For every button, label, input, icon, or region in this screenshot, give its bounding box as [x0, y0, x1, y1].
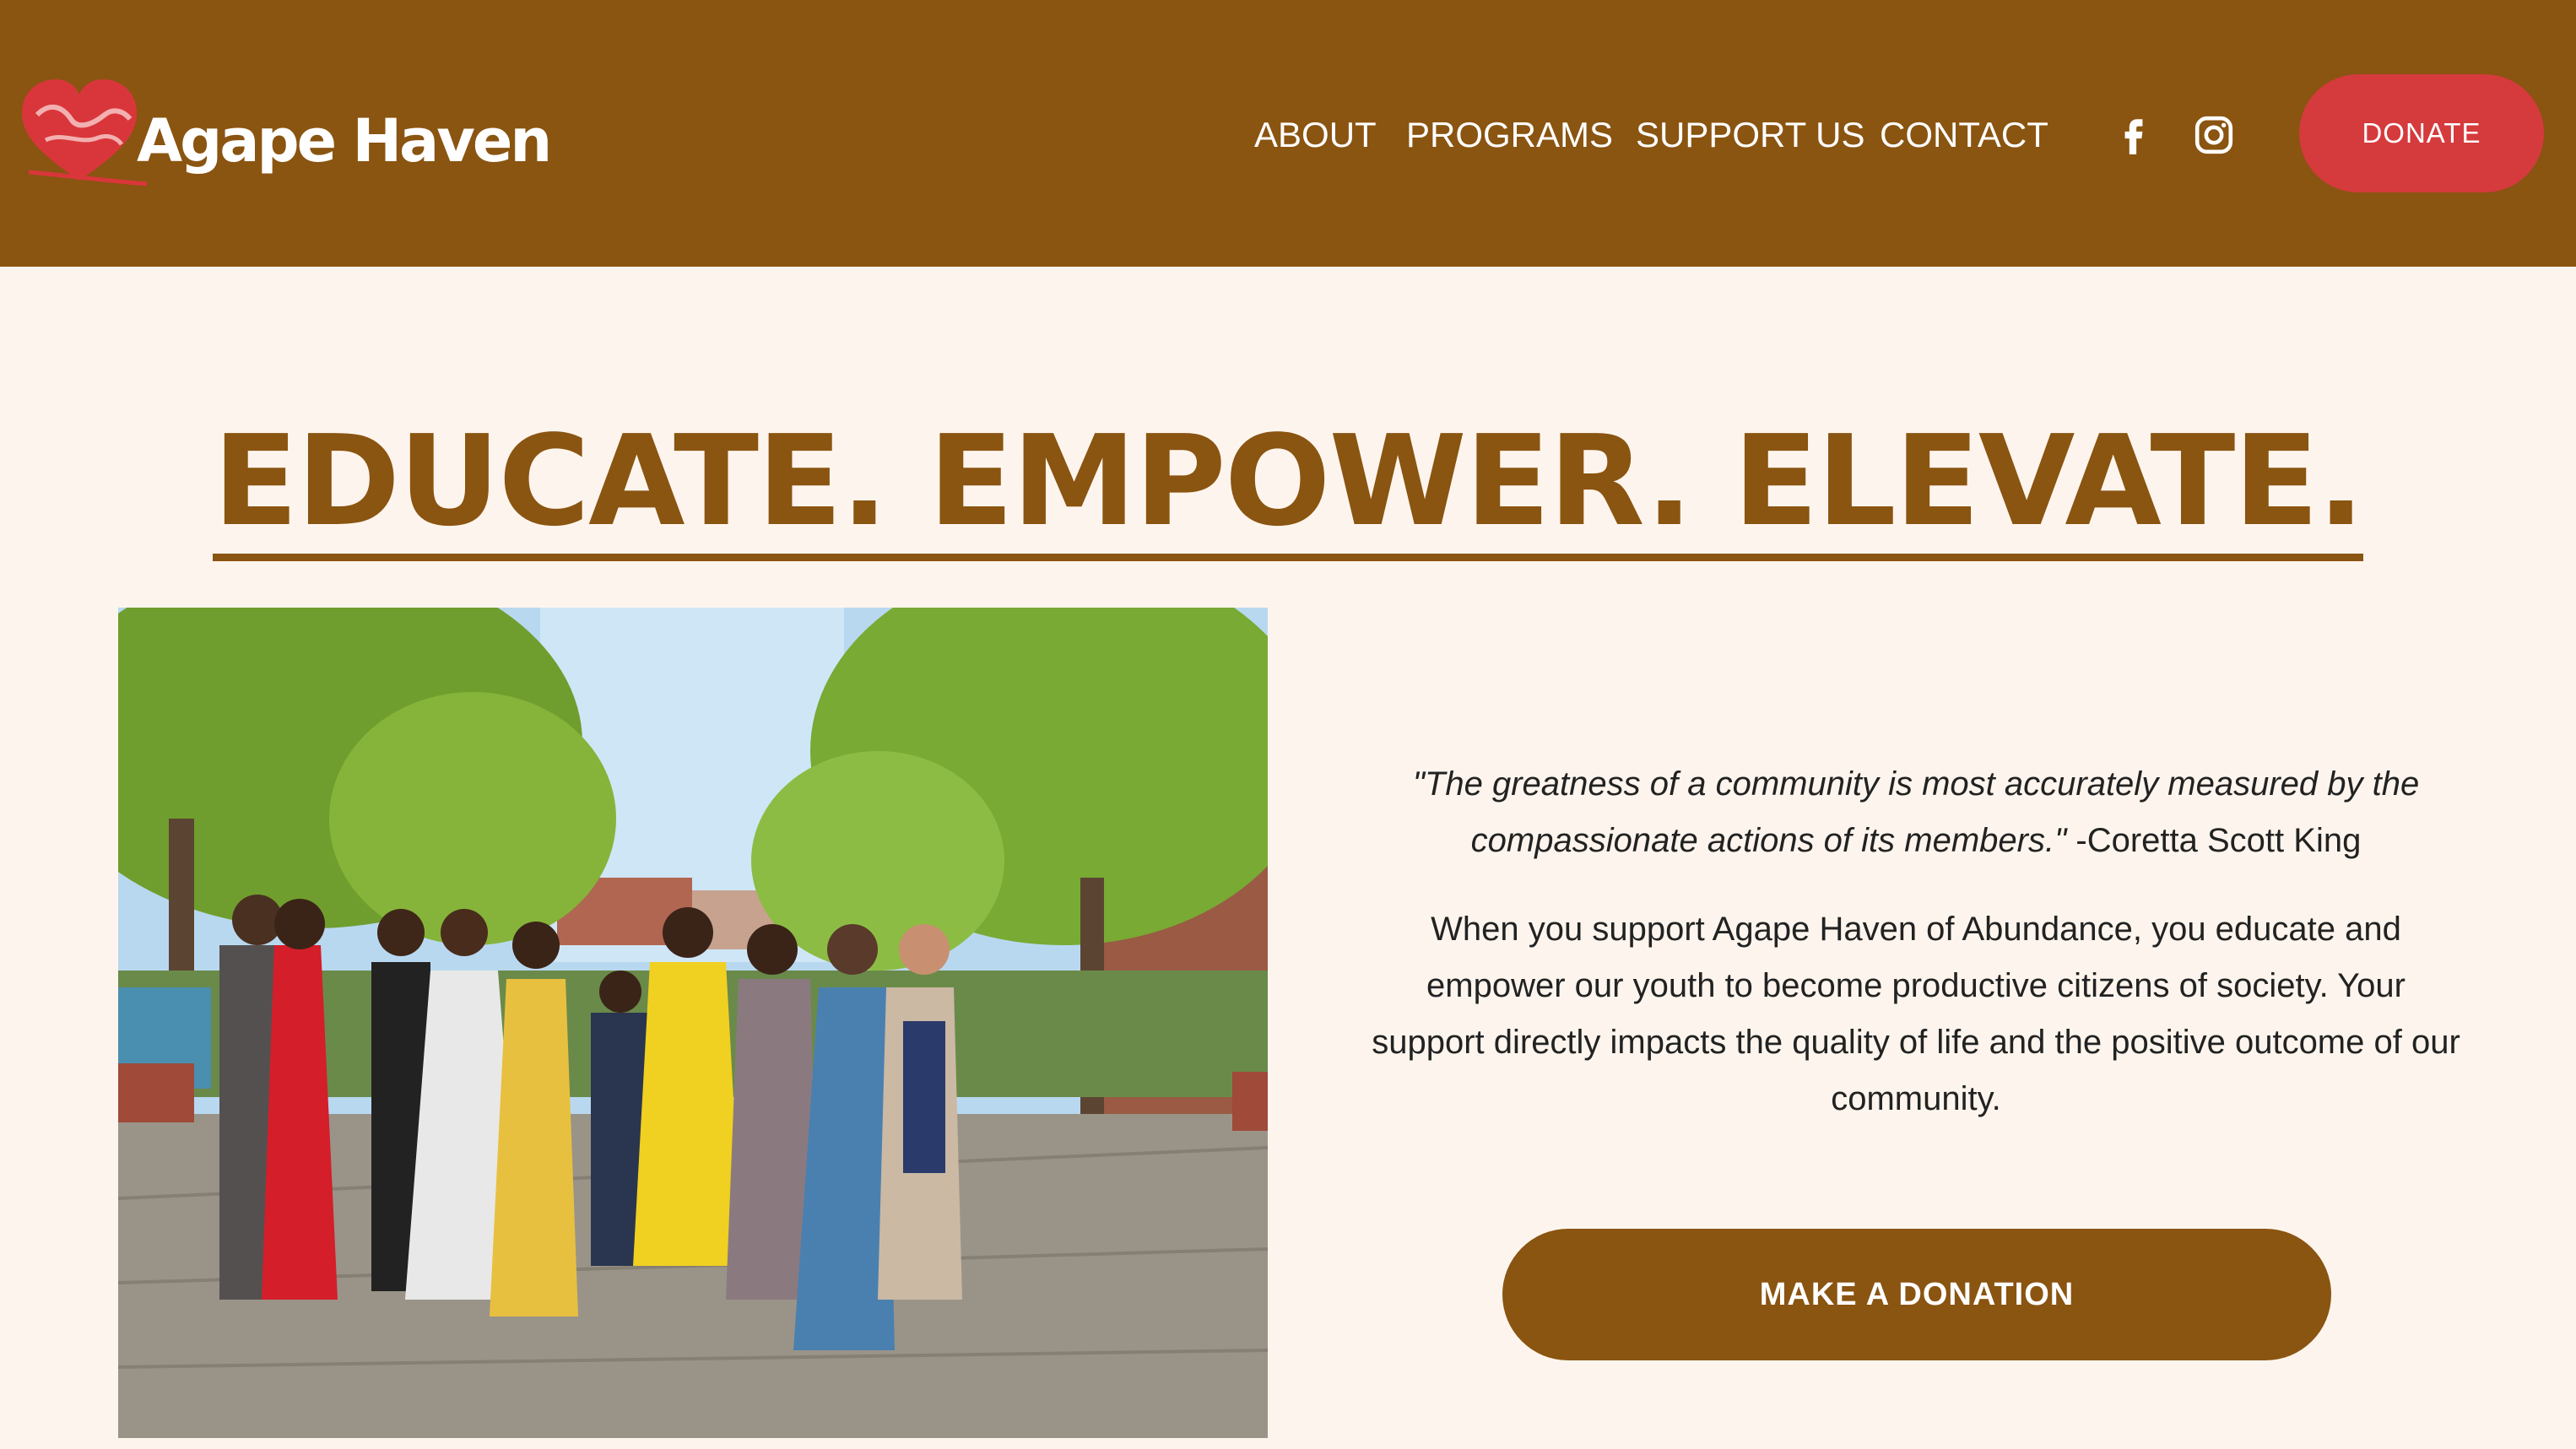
make-donation-button[interactable]: MAKE A DONATION — [1502, 1229, 2331, 1360]
group-photo — [118, 608, 1268, 1438]
quote: "The greatness of a community is most ac… — [1367, 756, 2465, 869]
nav-contact[interactable]: CONTACT — [1880, 110, 2048, 160]
quote-author: -Coretta Scott King — [2066, 822, 2362, 859]
nav-programs[interactable]: PROGRAMS — [1406, 110, 1613, 160]
nav-support-us[interactable]: SUPPORT US — [1636, 110, 1865, 160]
nav-about[interactable]: ABOUT — [1254, 110, 1377, 160]
logo[interactable]: Agape Haven — [12, 73, 552, 199]
mission-text: "The greatness of a community is most ac… — [1367, 756, 2465, 1127]
support-paragraph: When you support Agape Haven of Abundanc… — [1372, 911, 2460, 1117]
globe-heart-icon — [22, 79, 147, 187]
instagram-icon[interactable] — [2193, 114, 2235, 156]
headline-text: EDUCATE. EMPOWER. ELEVATE. — [213, 408, 2365, 561]
facebook-icon[interactable] — [2113, 114, 2155, 156]
page-headline: EDUCATE. EMPOWER. ELEVATE. — [0, 397, 2576, 565]
donate-button[interactable]: DONATE — [2299, 74, 2544, 192]
logo-text: Agape Haven — [137, 106, 552, 176]
site-header: Agape Haven ABOUT PROGRAMS SUPPORT US CO… — [0, 0, 2576, 267]
